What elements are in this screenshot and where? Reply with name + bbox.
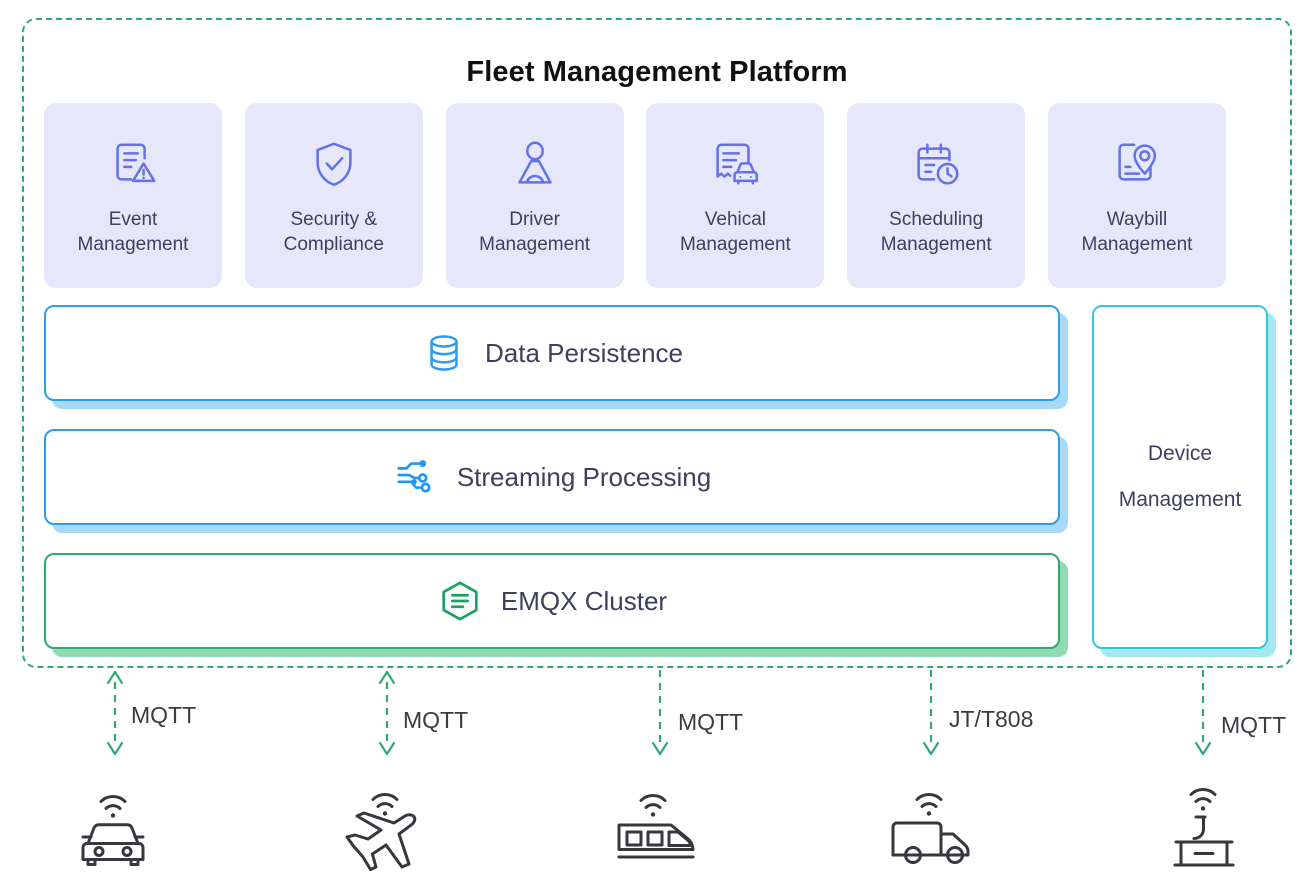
device-crane-container[interactable] (1150, 775, 1260, 875)
module-card-waybill-management[interactable]: Waybill Management (1047, 103, 1226, 288)
connector-label-1: MQTT (131, 702, 197, 728)
emqx-hexagon-icon (437, 578, 483, 624)
shield-check-icon (307, 137, 361, 191)
connector-label-2: MQTT (403, 707, 469, 733)
device-airplane[interactable] (330, 775, 440, 875)
document-location-icon (1110, 137, 1164, 191)
module-card-label: Driver Management (479, 209, 591, 255)
diagram-canvas: Fleet Management Platform Event Manageme… (0, 0, 1314, 887)
connector-label-5: MQTT (1221, 712, 1287, 738)
module-card-vehical-management[interactable]: Vehical Management (646, 103, 825, 288)
database-icon (421, 330, 467, 376)
document-car-icon (708, 137, 762, 191)
module-card-label: Event Management (77, 209, 189, 255)
module-cards-row: Event Management Security & Compliance D… (44, 103, 1226, 288)
layer-bar-emqx-cluster[interactable]: EMQX Cluster (44, 553, 1060, 649)
document-alert-icon (106, 137, 160, 191)
layer-bar-streaming-processing[interactable]: Streaming Processing (44, 429, 1060, 525)
device-management-panel[interactable]: Device Management (1092, 305, 1268, 649)
module-card-label: Waybill Management (1081, 209, 1193, 255)
device-car[interactable] (58, 775, 168, 875)
layer-bar-data-persistence[interactable]: Data Persistence (44, 305, 1060, 401)
connector-label-4: JT/T808 (949, 706, 1034, 732)
module-card-scheduling-management[interactable]: Scheduling Management (847, 103, 1026, 288)
layer-bar-label: Data Persistence (485, 337, 683, 368)
connector-label-3: MQTT (678, 709, 744, 735)
module-card-label: Scheduling Management (880, 209, 992, 255)
layer-bar-label: Streaming Processing (456, 461, 712, 492)
page-title: Fleet Management Platform (466, 56, 848, 88)
layer-bar-label: EMQX Cluster (500, 585, 668, 616)
device-truck[interactable] (876, 775, 986, 875)
module-card-driver-management[interactable]: Driver Management (445, 103, 624, 288)
device-train[interactable] (602, 775, 712, 875)
device-management-label: Device Management (1118, 442, 1242, 511)
module-card-label: Security & Compliance (283, 209, 384, 255)
module-card-event-management[interactable]: Event Management (44, 103, 222, 288)
module-card-security-compliance[interactable]: Security & Compliance (244, 103, 423, 288)
module-card-label: Vehical Management (679, 209, 791, 255)
streaming-nodes-icon (393, 454, 439, 500)
person-icon (508, 137, 562, 191)
calendar-clock-icon (909, 137, 963, 191)
